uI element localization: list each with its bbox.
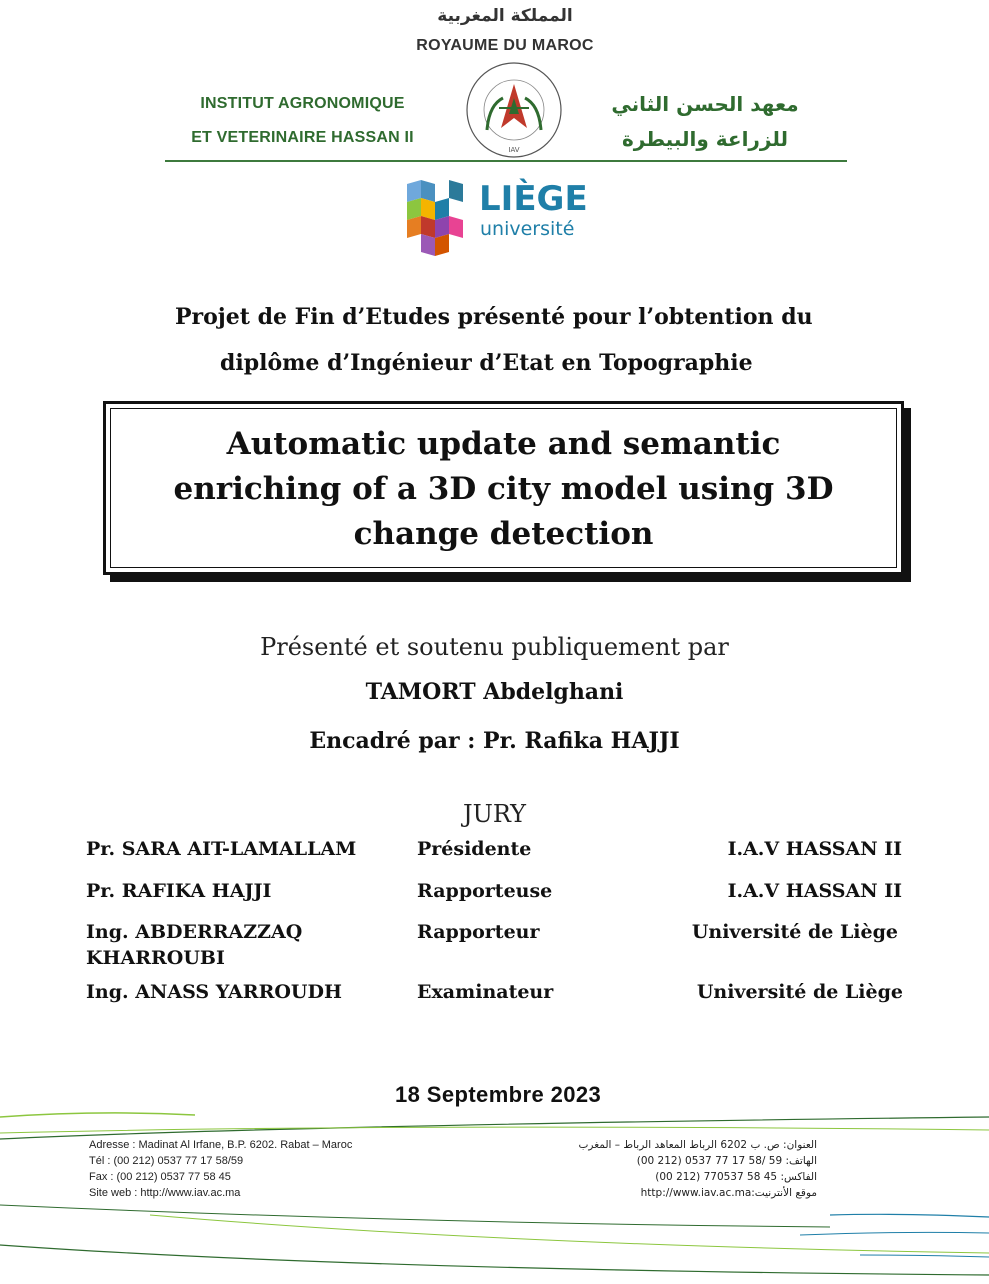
thesis-title-line3: change detection — [353, 516, 654, 552]
jury-member-name: Ing. ANASS YARROUDH — [86, 981, 342, 1003]
project-description-line2: diplôme d’Ingénieur d’Etat en Topographi… — [220, 350, 753, 376]
thesis-title-box: Automatic update and semantic enriching … — [103, 401, 904, 575]
footer-fax-ar: الفاكس: 45 58 770537 (212 00) — [655, 1171, 817, 1183]
jury-member-role: Rapporteuse — [417, 880, 553, 902]
jury-member-role: Rapporteur — [417, 921, 540, 943]
footer-address: Adresse : Madinat Al Irfane, B.P. 6202. … — [89, 1139, 353, 1151]
seal-center-label: IAV — [508, 146, 519, 154]
footer-address-ar: العنوان: ص. ب 6202 الرباط المعاهد الرباط… — [578, 1139, 817, 1151]
jury-member-role: Présidente — [417, 838, 532, 860]
jury-heading: JURY — [462, 800, 527, 828]
jury-member-role: Examinateur — [417, 981, 554, 1003]
institute-name-line2: et Veterinaire Hassan II — [191, 129, 414, 146]
kingdom-french: Royaume du Maroc — [416, 37, 594, 54]
jury-member-institution: Université de Liège — [696, 981, 903, 1003]
liege-logo-subtitle: université — [480, 218, 575, 240]
footer-tel: Tél : (00 212) 0537 77 17 58/59 — [89, 1155, 244, 1167]
kingdom-arabic: المملكة المغربية — [437, 6, 573, 26]
thesis-title-line2: enriching of a 3D city model using 3D — [173, 471, 834, 507]
footer-address-french: Adresse : Madinat Al Irfane, B.P. 6202. … — [89, 1137, 352, 1201]
jury-member-institution: Université de Liège — [691, 921, 898, 943]
footer-website-ar: موقع الأنترنيت:http://www.iav.ac.ma — [640, 1187, 817, 1199]
jury-member-name: Ing. ABDERRAZZAQ — [86, 921, 303, 943]
jury-member-name: Pr. RAFIKA HAJJI — [86, 880, 272, 902]
thesis-title-line1: Automatic update and semantic — [226, 426, 781, 462]
iav-seal-logo: IAV — [459, 60, 569, 160]
jury-member-institution: I.A.V HASSAN II — [727, 880, 902, 902]
thesis-title: Automatic update and semantic enriching … — [106, 422, 901, 557]
jury-member-name: Pr. SARA AIT-LAMALLAM — [86, 838, 357, 860]
footer-website: Site web : http://www.iav.ac.ma — [89, 1187, 241, 1199]
liege-university-logo: LIÈGE université — [407, 179, 588, 258]
liege-logo-wordmark: LIÈGE — [479, 179, 588, 219]
presented-by-intro: Présenté et soutenu publiquement par — [260, 633, 729, 661]
author-name: TAMORT Abdelghani — [365, 679, 624, 705]
footer-tel-ar: الهاتف: 59 /58 17 77 0537 (212 00) — [636, 1155, 817, 1167]
project-description-line1: Projet de Fin d’Etudes présenté pour l’o… — [175, 304, 813, 330]
footer-address-arabic: العنوان: ص. ب 6202 الرباط المعاهد الرباط… — [560, 1137, 817, 1201]
jury-member-institution: I.A.V HASSAN II — [727, 838, 902, 860]
institute-arabic-line2: للزراعة والبيطرة — [621, 127, 789, 151]
footer-fax: Fax : (00 212) 0537 77 58 45 — [89, 1171, 231, 1183]
header-divider — [165, 160, 847, 162]
supervisor-line: Encadré par : Pr. Rafika HAJJI — [309, 728, 680, 754]
institute-name-line1: Institut Agronomique — [200, 95, 405, 112]
institute-arabic-line1: معهد الحسن الثاني — [611, 92, 799, 116]
jury-member-name-continued: KHARROUBI — [86, 947, 225, 969]
